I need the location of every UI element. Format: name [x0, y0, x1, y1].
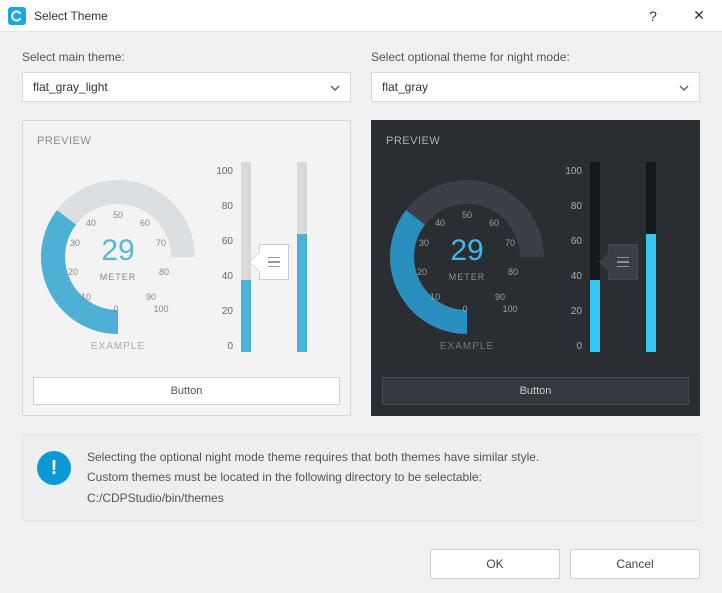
svg-text:90: 90 [495, 292, 505, 302]
preview-header: PREVIEW [386, 135, 687, 147]
svg-text:0: 0 [113, 304, 118, 314]
svg-text:50: 50 [462, 210, 472, 220]
example-label: EXAMPLE [382, 341, 552, 352]
main-theme-dropdown[interactable]: flat_gray_light [22, 72, 351, 102]
info-text: Selecting the optional night mode theme … [87, 447, 539, 508]
app-icon [8, 7, 26, 25]
svg-text:100: 100 [502, 304, 517, 314]
stepper-control[interactable] [259, 244, 289, 280]
gauge-label: METER [33, 272, 203, 282]
svg-text:100: 100 [153, 304, 168, 314]
cancel-button[interactable]: Cancel [570, 549, 700, 579]
chevron-down-icon [679, 80, 689, 94]
svg-text:90: 90 [146, 292, 156, 302]
info-icon: ! [37, 451, 71, 485]
preview-header: PREVIEW [37, 135, 338, 147]
gauge-meter: 0 10 20 30 40 50 60 70 80 90 100 [382, 172, 552, 352]
chevron-down-icon [330, 80, 340, 94]
info-box: ! Selecting the optional night mode them… [22, 434, 700, 521]
bar-indicator-2 [297, 162, 307, 362]
bar-scale: 100 80 60 40 20 0 [211, 162, 233, 362]
night-theme-label: Select optional theme for night mode: [371, 50, 700, 64]
svg-text:40: 40 [86, 218, 96, 228]
help-button[interactable]: ? [630, 0, 676, 32]
preview-button[interactable]: Button [382, 377, 689, 405]
title-bar: Select Theme ? ✕ [0, 0, 722, 32]
footer-buttons: OK Cancel [0, 539, 722, 593]
gauge-meter: 0 10 20 30 40 50 60 70 80 90 100 [33, 172, 203, 352]
gauge-value: 29 [382, 234, 552, 268]
svg-text:10: 10 [81, 292, 91, 302]
main-theme-column: Select main theme: flat_gray_light PREVI… [22, 50, 351, 416]
svg-text:40: 40 [435, 218, 445, 228]
bar-scale: 100 80 60 40 20 0 [560, 162, 582, 362]
window-title: Select Theme [34, 9, 630, 23]
main-preview-panel: PREVIEW 0 10 20 30 40 50 60 [22, 120, 351, 416]
content-area: Select main theme: flat_gray_light PREVI… [0, 32, 722, 416]
svg-text:10: 10 [430, 292, 440, 302]
night-theme-dropdown[interactable]: flat_gray [371, 72, 700, 102]
main-theme-label: Select main theme: [22, 50, 351, 64]
gauge-label: METER [382, 272, 552, 282]
svg-text:60: 60 [140, 218, 150, 228]
example-label: EXAMPLE [33, 341, 203, 352]
night-theme-value: flat_gray [382, 80, 428, 94]
svg-text:60: 60 [489, 218, 499, 228]
svg-text:50: 50 [113, 210, 123, 220]
main-theme-value: flat_gray_light [33, 80, 108, 94]
night-theme-column: Select optional theme for night mode: fl… [371, 50, 700, 416]
preview-button[interactable]: Button [33, 377, 340, 405]
stepper-control[interactable] [608, 244, 638, 280]
close-button[interactable]: ✕ [676, 0, 722, 32]
ok-button[interactable]: OK [430, 549, 560, 579]
night-preview-panel: PREVIEW 0 10 20 30 40 50 60 [371, 120, 700, 416]
bar-indicator-2 [646, 162, 656, 362]
gauge-value: 29 [33, 234, 203, 268]
svg-text:0: 0 [462, 304, 467, 314]
